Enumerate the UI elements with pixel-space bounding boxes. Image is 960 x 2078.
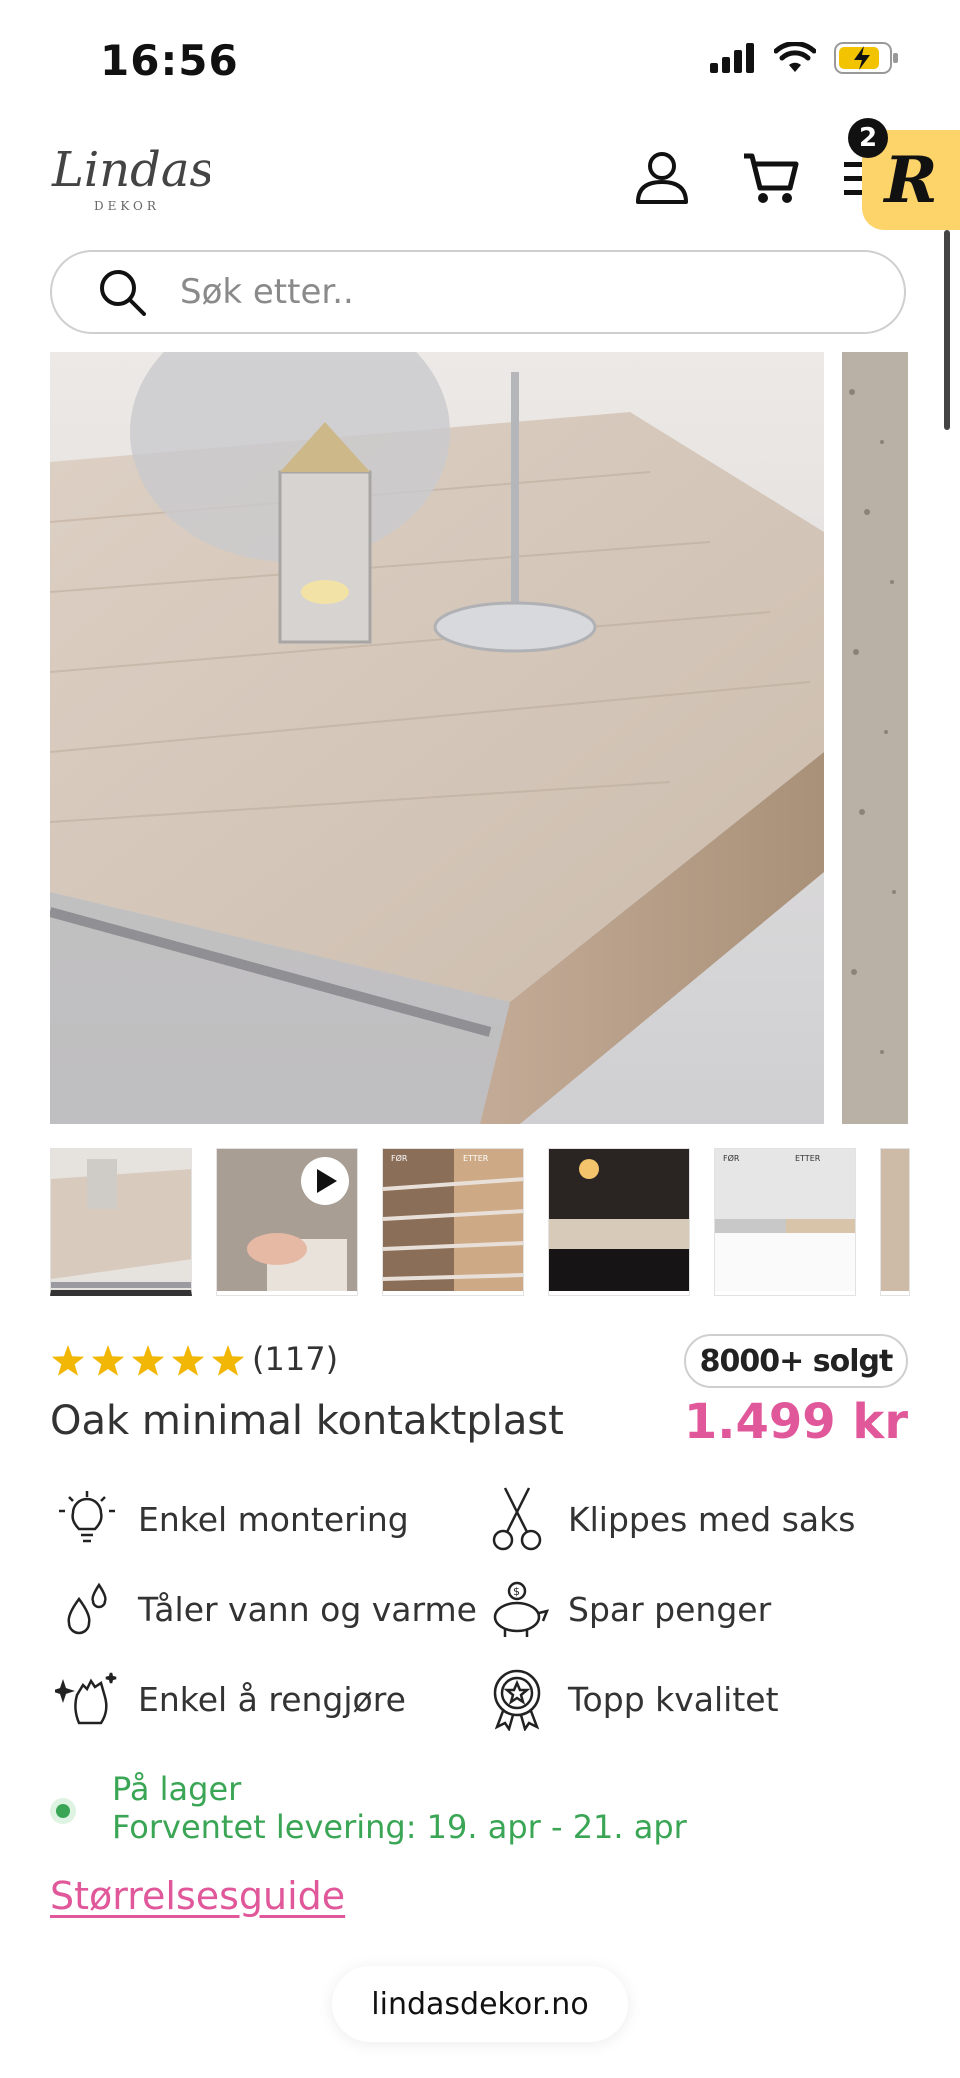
brand-logo[interactable]: Lindas DEKOR — [50, 140, 214, 220]
product-next-image-peek[interactable] — [842, 352, 908, 1124]
thumbnail-2-video[interactable] — [216, 1148, 358, 1296]
feature-label: Topp kvalitet — [568, 1679, 779, 1719]
thumbnail-4[interactable] — [548, 1148, 690, 1296]
page-scrollbar[interactable] — [944, 230, 950, 430]
signal-icon — [710, 43, 754, 73]
battery-icon — [834, 42, 898, 74]
size-guide-link[interactable]: Størrelsesguide — [50, 1874, 345, 1918]
feature-label: Enkel å rengjøre — [138, 1679, 406, 1719]
delivery-estimate: Forventet levering: 19. apr - 21. apr — [112, 1808, 687, 1846]
feature-easy-clean: Enkel å rengjøre — [52, 1664, 406, 1734]
scissors-icon — [482, 1484, 552, 1554]
cart-icon[interactable] — [740, 148, 800, 208]
rating-count[interactable]: (117) — [252, 1340, 338, 1378]
status-time: 16:56 — [100, 36, 239, 85]
water-drops-icon — [52, 1574, 122, 1644]
feature-label: Klippes med saks — [568, 1499, 856, 1539]
cart-count-badge: 2 — [848, 118, 888, 158]
thumbnail-1[interactable] — [50, 1148, 192, 1296]
stock-status: På lager — [112, 1770, 242, 1808]
search-icon — [100, 270, 146, 316]
sold-count-badge: 8000+ solgt — [684, 1334, 908, 1388]
before-label: FØR — [723, 1153, 740, 1163]
thumbnail-6-peek[interactable] — [880, 1148, 910, 1296]
svg-text:DEKOR: DEKOR — [94, 199, 160, 213]
feature-label: Tåler vann og varme — [138, 1589, 477, 1629]
after-label: ETTER — [795, 1154, 821, 1163]
clean-hand-icon — [52, 1664, 122, 1734]
lightbulb-icon — [52, 1484, 122, 1554]
feature-label: Spar penger — [568, 1589, 772, 1629]
rating-stars[interactable] — [50, 1344, 250, 1380]
search-bar[interactable] — [50, 250, 906, 334]
feature-water-heat: Tåler vann og varme — [52, 1574, 477, 1644]
feature-save-money: $ Spar penger — [482, 1574, 771, 1644]
thumbnail-3-before-after[interactable]: FØR ETTER — [382, 1148, 524, 1296]
star-icon — [171, 1345, 205, 1376]
account-icon[interactable] — [632, 148, 692, 208]
feature-label: Enkel montering — [138, 1499, 409, 1539]
thumbnail-5-before-after[interactable]: FØR ETTER — [714, 1148, 856, 1296]
star-icon — [131, 1345, 165, 1376]
search-input[interactable] — [178, 271, 782, 313]
feature-easy-install: Enkel montering — [52, 1484, 409, 1554]
thumbnail-strip: FØR ETTER FØR ETTER — [50, 1148, 910, 1296]
stock-status-indicator — [50, 1798, 76, 1824]
before-label: FØR — [391, 1153, 408, 1163]
stock-info: På lager Forventet levering: 19. apr - 2… — [112, 1770, 687, 1846]
browser-url-bar[interactable]: lindasdekor.no — [332, 1966, 628, 2042]
wifi-icon — [774, 42, 816, 72]
piggy-bank-icon: $ — [482, 1574, 552, 1644]
star-icon — [91, 1345, 125, 1376]
after-label: ETTER — [463, 1154, 489, 1163]
product-main-image[interactable] — [50, 352, 824, 1124]
quality-badge-icon — [482, 1664, 552, 1734]
rewards-widget-letter: R — [884, 142, 938, 218]
svg-text:$: $ — [513, 1585, 520, 1598]
star-icon — [211, 1345, 245, 1376]
product-price: 1.499 kr — [683, 1394, 908, 1450]
feature-scissors: Klippes med saks — [482, 1484, 855, 1554]
star-icon — [51, 1345, 85, 1376]
status-icons — [710, 42, 900, 74]
svg-text:Lindas: Lindas — [51, 142, 210, 198]
product-title: Oak minimal kontaktplast — [50, 1398, 564, 1444]
feature-top-quality: Topp kvalitet — [482, 1664, 779, 1734]
